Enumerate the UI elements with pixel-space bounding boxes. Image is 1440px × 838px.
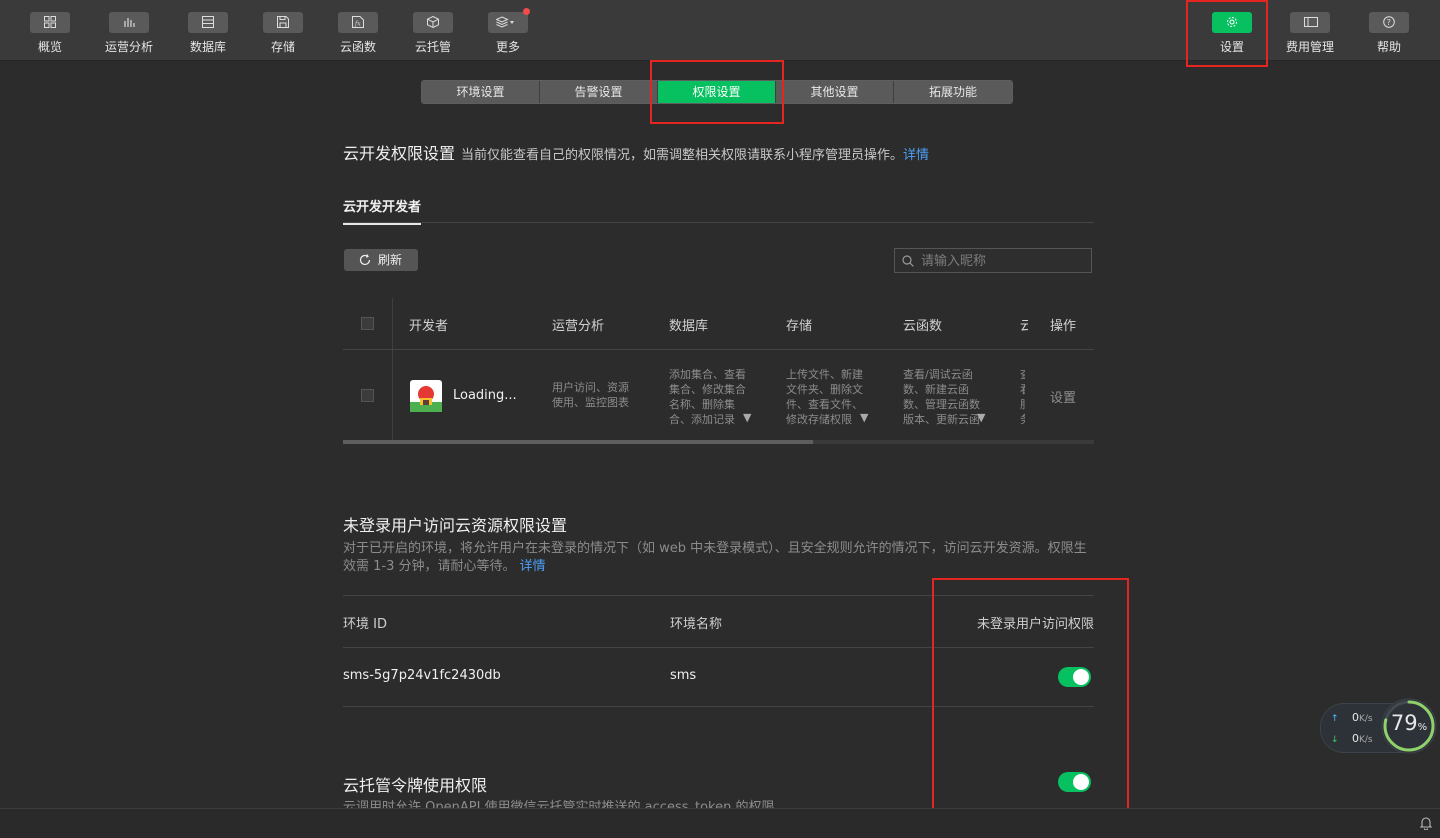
toolbar-billing[interactable]: 费用管理 (1280, 12, 1340, 55)
row-checkbox[interactable] (361, 389, 374, 402)
horizontal-scrollbar[interactable] (343, 440, 1094, 444)
toolbar-hosting-label: 云托管 (414, 40, 451, 54)
subtab-developers[interactable]: 云开发开发者 (343, 196, 422, 225)
ticket-icon (1290, 12, 1330, 33)
upload-arrow-icon: ↑ (1331, 714, 1339, 724)
tab-extensions[interactable]: 拓展功能 (894, 81, 1012, 103)
toolbar-billing-label: 费用管理 (1285, 40, 1334, 54)
perm-hosting: 查看服务、管理版本 (1020, 367, 1025, 427)
toolbar-hosting[interactable]: 云托管 (403, 12, 463, 55)
database-icon (188, 12, 228, 33)
expand-arrow-icon[interactable]: ▼ (743, 411, 751, 424)
svg-text:?: ? (1387, 18, 1391, 27)
expand-arrow-icon[interactable]: ▼ (860, 411, 868, 424)
search-box (894, 248, 1092, 273)
question-icon: ? (1369, 12, 1409, 33)
col-database: 数据库 (669, 319, 709, 334)
col-functions: 云函数 (903, 319, 943, 334)
anonymous-title: 未登录用户访问云资源权限设置 (343, 516, 568, 535)
toolbar-storage[interactable]: 存储 (253, 12, 313, 55)
download-speed-unit: K/s (1359, 735, 1373, 745)
col-analytics: 运营分析 (552, 319, 605, 334)
refresh-icon (359, 254, 371, 266)
bell-icon[interactable] (1420, 816, 1432, 830)
download-speed: ↓ 0K/s (1331, 732, 1373, 745)
toolbar-overview-label: 概览 (37, 40, 62, 54)
col-developer: 开发者 (409, 319, 449, 334)
env-id: sms-5g7p24v1fc2430db (343, 668, 501, 683)
toolbar-storage-label: 存储 (270, 40, 295, 54)
anonymous-description-text: 对于已开启的环境，将允许用户在未登录的情况下（如 web 中未登录模式）、且安全… (343, 541, 1087, 574)
developer-table-header: 开发者 运营分析 数据库 存储 云函数 云托管 操作 (343, 298, 1094, 350)
upload-speed-value: 0 (1352, 711, 1359, 724)
permissions-detail-link[interactable]: 详情 (903, 148, 929, 163)
toolbar-database[interactable]: 数据库 (178, 12, 238, 55)
grid-icon (30, 12, 70, 33)
select-all-checkbox[interactable] (361, 317, 374, 330)
tab-other[interactable]: 其他设置 (776, 81, 894, 103)
toolbar-help-label: 帮助 (1376, 40, 1401, 54)
permissions-header: 云开发权限设置 当前仅能查看自己的权限情况，如需调整相关权限请联系小程序管理员操作… (343, 140, 929, 164)
toolbar-analytics-label: 运营分析 (104, 40, 153, 54)
toolbar-more[interactable]: 更多 (478, 8, 538, 55)
usage-percent-sign: % (1417, 722, 1428, 733)
perm-analytics: 用户访问、资源使用、监控图表 (552, 381, 629, 409)
perm-functions: 查看/调试云函数、新建云函数、管理云函数版本、更新云函数 (903, 368, 980, 426)
toolbar-functions[interactable]: fx 云函数 (328, 12, 388, 55)
toolbar-analytics[interactable]: 运营分析 (99, 12, 159, 55)
notification-dot (523, 8, 530, 15)
toolbar-functions-label: 云函数 (339, 40, 376, 54)
token-title: 云托管令牌使用权限 (343, 776, 488, 795)
scrollbar-thumb[interactable] (343, 440, 813, 444)
col-env-id: 环境 ID (343, 617, 387, 632)
cube-icon (413, 12, 453, 33)
status-bar (0, 808, 1440, 838)
perm-database: 添加集合、查看集合、修改集合名称、删除集合、添加记录 (669, 368, 746, 426)
tab-environment[interactable]: 环境设置 (422, 81, 540, 103)
search-icon (902, 255, 914, 267)
developer-name: Loading... (453, 388, 517, 403)
toolbar-help[interactable]: ? 帮助 (1359, 12, 1419, 55)
refresh-button[interactable]: 刷新 (344, 249, 418, 271)
highlight-box-toggles (932, 578, 1129, 811)
avatar (410, 380, 442, 412)
svg-text:fx: fx (354, 21, 361, 28)
upload-speed-unit: K/s (1359, 714, 1373, 724)
search-input[interactable] (919, 251, 1088, 272)
bar-chart-icon (109, 12, 149, 33)
expand-arrow-icon[interactable]: ▼ (977, 411, 985, 424)
download-arrow-icon: ↓ (1331, 735, 1339, 745)
floppy-disk-icon (263, 12, 303, 33)
tab-alerts[interactable]: 告警设置 (540, 81, 658, 103)
anonymous-description: 对于已开启的环境，将允许用户在未登录的情况下（如 web 中未登录模式）、且安全… (343, 540, 1098, 576)
upload-speed: ↑ 0K/s (1331, 711, 1373, 724)
function-icon: fx (338, 12, 378, 33)
usage-percent: 79% (1381, 711, 1437, 735)
env-name: sms (670, 668, 697, 683)
toolbar-overview[interactable]: 概览 (20, 12, 80, 55)
col-storage: 存储 (786, 319, 813, 334)
developer-table: 开发者 运营分析 数据库 存储 云函数 云托管 操作 Loading... 用户… (343, 298, 1094, 444)
anonymous-detail-link[interactable]: 详情 (520, 559, 546, 574)
highlight-box-settings (1186, 0, 1268, 67)
col-env-name: 环境名称 (670, 617, 723, 632)
subtab-divider (343, 222, 1094, 223)
refresh-label: 刷新 (378, 253, 403, 267)
toolbar-more-label: 更多 (495, 40, 520, 54)
col-actions: 操作 (1050, 319, 1077, 334)
layers-icon (488, 8, 530, 33)
perm-storage: 上传文件、新建文件夹、删除文件、查看文件、修改存储权限 (786, 368, 863, 426)
row-settings-link[interactable]: 设置 (1050, 387, 1076, 406)
permissions-title: 云开发权限设置 (343, 144, 456, 163)
table-row: Loading... 用户访问、资源使用、监控图表 添加集合、查看集合、修改集合… (343, 350, 1094, 440)
col-hosting: 云托管 (1020, 319, 1028, 334)
usage-percent-value: 79 (1390, 711, 1418, 735)
highlight-box-tab (650, 60, 784, 124)
download-speed-value: 0 (1352, 732, 1359, 745)
toolbar-database-label: 数据库 (189, 40, 226, 54)
permissions-description: 当前仅能查看自己的权限情况，如需调整相关权限请联系小程序管理员操作。 (461, 148, 904, 163)
